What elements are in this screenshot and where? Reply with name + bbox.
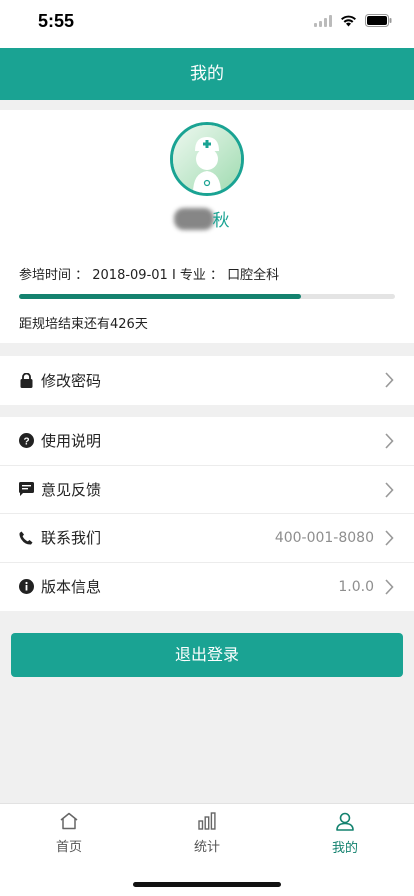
home-icon [60,812,78,830]
version-row[interactable]: 版本信息 1.0.0 [0,563,414,612]
tab-home-label: 首页 [55,840,82,855]
signal-icon [314,14,332,27]
tab-mine[interactable]: 我的 [305,812,385,856]
username: 秋 [0,206,414,231]
avatar[interactable] [170,122,244,196]
user-icon [336,812,354,831]
bar-chart-icon [198,812,216,830]
contact-phone: 400-001-8080 [274,529,374,546]
svg-text:?: ? [23,437,29,448]
message-icon [18,481,34,497]
chevron-right-icon [385,481,394,498]
contact-row[interactable]: 联系我们 400-001-8080 [0,514,414,563]
chevron-right-icon [385,372,394,388]
profile-card: 秋 参培时间 ： 2018-09-01 I 专业 ： 口腔全科 距规培结束还有4… [0,110,414,343]
contact-label: 联系我们 [41,529,102,548]
chevron-right-icon [385,530,394,546]
page-title: 我的 [190,64,224,84]
info-group: ? 使用说明 意见反馈 联系我们 400-001-8080 版本信息 1.0.0 [0,417,414,611]
phone-icon [18,530,34,546]
training-info: 参培时间 ： 2018-09-01 I 专业 ： 口腔全科 [19,268,280,283]
training-progress-fill [19,294,301,299]
chevron-right-icon [385,433,394,449]
chevron-right-icon [385,578,394,595]
status-bar: 5:55 [0,0,414,48]
lock-icon [18,372,34,388]
tab-home[interactable]: 首页 [29,812,109,855]
account-group: 修改密码 [0,356,414,405]
remaining-days: 距规培结束还有426天 [19,317,148,332]
question-icon: ? [18,433,34,449]
version-number: 1.0.0 [338,578,374,595]
tab-stats[interactable]: 统计 [167,812,247,855]
status-time: 5:55 [38,11,75,31]
status-icons [314,14,392,27]
instructions-row[interactable]: ? 使用说明 [0,417,414,466]
wifi-icon [341,15,356,26]
username-text: 秋 [212,211,230,231]
home-indicator [133,882,281,887]
info-icon [18,579,34,595]
training-progress-bar [19,294,395,299]
feedback-label: 意见反馈 [41,480,102,499]
instructions-label: 使用说明 [41,432,102,451]
navbar: 我的 [0,48,414,100]
change-password-label: 修改密码 [41,371,102,390]
logout-button[interactable]: 退出登录 [11,633,403,677]
tab-stats-label: 统计 [193,840,220,855]
tab-mine-label: 我的 [331,841,358,856]
change-password-row[interactable]: 修改密码 [0,356,414,405]
battery-icon [365,14,392,27]
version-label: 版本信息 [41,578,102,597]
doctor-avatar-icon [173,125,241,193]
feedback-row[interactable]: 意见反馈 [0,466,414,514]
